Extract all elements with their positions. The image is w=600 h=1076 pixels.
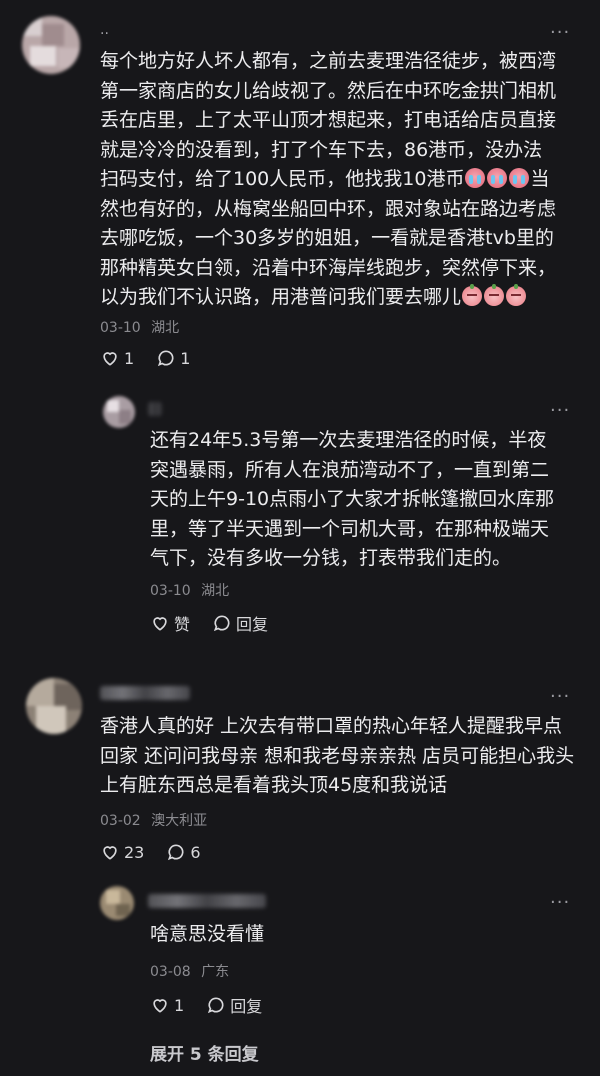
avatar[interactable] bbox=[103, 396, 135, 428]
username-blurred[interactable] bbox=[100, 686, 190, 700]
heart-outline-icon bbox=[103, 846, 117, 860]
avatar[interactable] bbox=[100, 886, 134, 920]
heart-outline-icon bbox=[153, 999, 167, 1013]
reply-button[interactable]: 1 bbox=[156, 348, 190, 368]
angry-face-emoji-icon bbox=[462, 284, 483, 306]
comment-meta: 03-02 澳大利亚 bbox=[100, 810, 207, 830]
comment-bubble-icon bbox=[168, 844, 184, 861]
reply-1: ··· 还有24年5.3号第一次去麦理浩径的时候，半夜突遇暴雨，所有人在浪茄湾动… bbox=[0, 380, 600, 670]
reply-button[interactable]: 回复 bbox=[206, 993, 262, 1017]
username-blurred[interactable] bbox=[148, 894, 266, 908]
more-dots-icon[interactable]: ··· bbox=[550, 402, 570, 420]
more-dots-icon[interactable]: ··· bbox=[550, 24, 570, 42]
comment-text: 啥意思没看懂 bbox=[150, 923, 265, 945]
comment-location: 湖北 bbox=[151, 320, 180, 336]
username-blurred[interactable] bbox=[148, 402, 162, 416]
reply-label: 回复 bbox=[236, 615, 269, 634]
avatar[interactable] bbox=[22, 16, 80, 74]
comment-date: 03-08 bbox=[150, 964, 191, 980]
angry-face-emoji-icon bbox=[484, 284, 505, 306]
comment-meta: 03-10 湖北 bbox=[150, 580, 229, 600]
comment-meta: 03-10 湖北 bbox=[100, 317, 179, 337]
reply-count: 6 bbox=[190, 842, 201, 862]
angry-face-emoji-icon bbox=[506, 284, 527, 306]
comment-meta: 03-08 广东 bbox=[150, 961, 229, 981]
avatar[interactable] bbox=[26, 678, 82, 734]
username[interactable]: .. bbox=[100, 22, 109, 38]
comment-text: 还有24年5.3号第一次去麦理浩径的时候，半夜突遇暴雨，所有人在浪茄湾动不了，一… bbox=[150, 429, 555, 569]
comment-actions: 23 6 bbox=[100, 842, 223, 862]
like-button[interactable]: 赞 bbox=[150, 611, 190, 635]
comment-location: 湖北 bbox=[201, 583, 230, 599]
like-count: 1 bbox=[174, 995, 185, 1015]
comment-bubble-icon bbox=[213, 615, 230, 632]
expand-replies-button[interactable]: 展开 5 条回复 bbox=[150, 1040, 259, 1065]
comment-date: 03-10 bbox=[100, 320, 141, 336]
like-label: 赞 bbox=[174, 615, 191, 634]
comment-text-part-1: 每个地方好人坏人都有，之前去麦理浩径徒步，被西湾第一家商店的女儿给歧视了。然后在… bbox=[100, 50, 557, 190]
comment-text: 香港人真的好 上次去有带口罩的热心年轻人提醒我早点回家 还问问我母亲 想和我老母… bbox=[100, 715, 575, 796]
like-count: 23 bbox=[124, 842, 145, 862]
comment-text: 每个地方好人坏人都有，之前去麦理浩径徒步，被西湾第一家商店的女儿给歧视了。然后在… bbox=[100, 47, 560, 313]
comment-date: 03-02 bbox=[100, 813, 141, 829]
reply-2: ··· 啥意思没看懂 03-08 广东 1 回复 bbox=[0, 880, 600, 1030]
comment-actions: 1 1 bbox=[100, 348, 212, 368]
crying-face-emoji-icon bbox=[487, 168, 508, 188]
reply-button[interactable]: 6 bbox=[166, 842, 201, 862]
comment-bubble-icon bbox=[208, 997, 224, 1014]
reply-button[interactable]: 回复 bbox=[212, 611, 268, 635]
crying-face-emoji-icon bbox=[465, 168, 486, 188]
like-button[interactable]: 1 bbox=[100, 348, 134, 368]
comment-actions: 1 回复 bbox=[150, 993, 284, 1017]
like-count: 1 bbox=[124, 348, 135, 368]
reply-label: 回复 bbox=[230, 997, 263, 1016]
heart-outline-icon bbox=[153, 617, 167, 631]
comment-date: 03-10 bbox=[150, 583, 191, 599]
like-button[interactable]: 1 bbox=[150, 995, 184, 1015]
reply-count: 1 bbox=[180, 348, 191, 368]
comment-bubble-icon bbox=[158, 350, 174, 367]
more-dots-icon[interactable]: ··· bbox=[550, 688, 570, 706]
more-dots-icon[interactable]: ··· bbox=[550, 894, 570, 912]
crying-face-emoji-icon bbox=[509, 168, 530, 188]
comment-actions: 赞 回复 bbox=[150, 611, 290, 635]
comment-location: 广东 bbox=[201, 964, 230, 980]
comment-1: .. ··· 每个地方好人坏人都有，之前去麦理浩径徒步，被西湾第一家商店的女儿给… bbox=[0, 0, 600, 380]
comment-2: ··· 香港人真的好 上次去有带口罩的热心年轻人提醒我早点回家 还问问我母亲 想… bbox=[0, 670, 600, 880]
comment-location: 澳大利亚 bbox=[151, 813, 208, 829]
like-button[interactable]: 23 bbox=[100, 842, 144, 862]
heart-outline-icon bbox=[103, 352, 117, 366]
